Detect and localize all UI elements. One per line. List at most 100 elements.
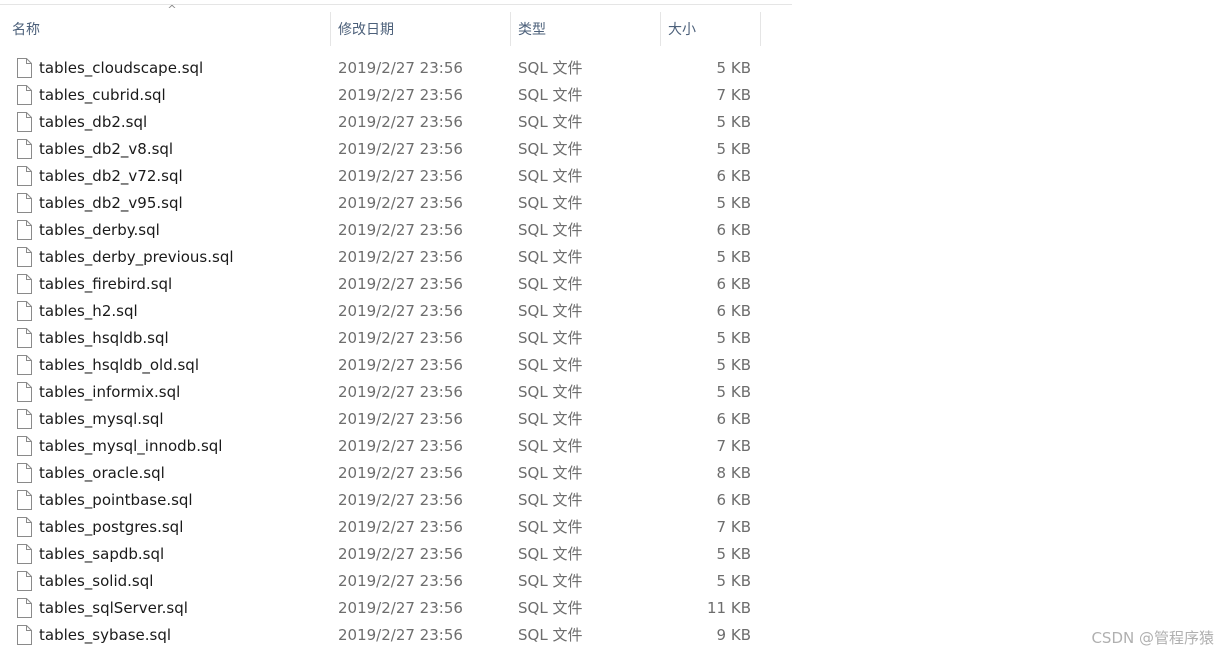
file-type: SQL 文件 <box>518 518 583 536</box>
file-name: tables_cubrid.sql <box>39 86 166 104</box>
file-type: SQL 文件 <box>518 221 583 239</box>
file-size: 7 KB <box>716 518 751 536</box>
file-row[interactable]: tables_cubrid.sql 2019/2/27 23:56 SQL 文件… <box>0 82 792 109</box>
file-type: SQL 文件 <box>518 356 583 374</box>
file-type: SQL 文件 <box>518 464 583 482</box>
file-size: 6 KB <box>716 221 751 239</box>
document-icon <box>16 544 32 564</box>
file-row[interactable]: tables_postgres.sql 2019/2/27 23:56 SQL … <box>0 514 792 541</box>
file-type: SQL 文件 <box>518 599 583 617</box>
file-type: SQL 文件 <box>518 167 583 185</box>
column-header-type[interactable]: 类型 <box>510 12 660 46</box>
file-size: 11 KB <box>707 599 751 617</box>
file-row[interactable]: tables_h2.sql 2019/2/27 23:56 SQL 文件 6 K… <box>0 298 792 325</box>
file-size: 5 KB <box>716 383 751 401</box>
file-size: 7 KB <box>716 86 751 104</box>
file-name: tables_db2_v72.sql <box>39 167 183 185</box>
file-type: SQL 文件 <box>518 302 583 320</box>
file-name: tables_db2_v8.sql <box>39 140 174 158</box>
file-modified-date: 2019/2/27 23:56 <box>338 329 463 347</box>
file-name: tables_solid.sql <box>39 572 154 590</box>
column-header-size[interactable]: 大小 <box>660 12 760 46</box>
file-name: tables_derby_previous.sql <box>39 248 234 266</box>
file-modified-date: 2019/2/27 23:56 <box>338 545 463 563</box>
file-name: tables_informix.sql <box>39 383 181 401</box>
file-row[interactable]: tables_db2.sql 2019/2/27 23:56 SQL 文件 5 … <box>0 109 792 136</box>
document-icon <box>16 166 32 186</box>
column-header-name[interactable]: 名称 ^ <box>4 4 330 46</box>
file-modified-date: 2019/2/27 23:56 <box>338 194 463 212</box>
file-modified-date: 2019/2/27 23:56 <box>338 275 463 293</box>
file-type: SQL 文件 <box>518 329 583 347</box>
file-modified-date: 2019/2/27 23:56 <box>338 437 463 455</box>
document-icon <box>16 382 32 402</box>
file-row[interactable]: tables_firebird.sql 2019/2/27 23:56 SQL … <box>0 271 792 298</box>
file-row[interactable]: tables_informix.sql 2019/2/27 23:56 SQL … <box>0 379 792 406</box>
file-row[interactable]: tables_mysql.sql 2019/2/27 23:56 SQL 文件 … <box>0 406 792 433</box>
file-row[interactable]: tables_db2_v95.sql 2019/2/27 23:56 SQL 文… <box>0 190 792 217</box>
column-separator[interactable] <box>760 12 761 46</box>
file-type: SQL 文件 <box>518 437 583 455</box>
file-size: 6 KB <box>716 491 751 509</box>
column-header-name-label: 名称 <box>12 22 40 38</box>
file-type: SQL 文件 <box>518 248 583 266</box>
document-icon <box>16 598 32 618</box>
file-type: SQL 文件 <box>518 113 583 131</box>
file-name: tables_pointbase.sql <box>39 491 193 509</box>
column-header-date[interactable]: 修改日期 <box>330 12 510 46</box>
file-row[interactable]: tables_derby_previous.sql 2019/2/27 23:5… <box>0 244 792 271</box>
file-size: 6 KB <box>716 275 751 293</box>
file-modified-date: 2019/2/27 23:56 <box>338 167 463 185</box>
document-icon <box>16 436 32 456</box>
file-size: 5 KB <box>716 545 751 563</box>
file-row[interactable]: tables_mysql_innodb.sql 2019/2/27 23:56 … <box>0 433 792 460</box>
file-name: tables_firebird.sql <box>39 275 173 293</box>
file-modified-date: 2019/2/27 23:56 <box>338 248 463 266</box>
document-icon <box>16 193 32 213</box>
document-icon <box>16 490 32 510</box>
document-icon <box>16 220 32 240</box>
file-type: SQL 文件 <box>518 491 583 509</box>
file-name: tables_hsqldb.sql <box>39 329 169 347</box>
file-row[interactable]: tables_db2_v72.sql 2019/2/27 23:56 SQL 文… <box>0 163 792 190</box>
file-explorer-list: 名称 ^ 修改日期 类型 大小 tables_cloudscape.sql 20… <box>0 0 1230 656</box>
file-modified-date: 2019/2/27 23:56 <box>338 518 463 536</box>
document-icon <box>16 247 32 267</box>
file-row[interactable]: tables_hsqldb.sql 2019/2/27 23:56 SQL 文件… <box>0 325 792 352</box>
file-row[interactable]: tables_sybase.sql 2019/2/27 23:56 SQL 文件… <box>0 622 792 649</box>
file-modified-date: 2019/2/27 23:56 <box>338 572 463 590</box>
file-name: tables_h2.sql <box>39 302 138 320</box>
file-name: tables_db2_v95.sql <box>39 194 183 212</box>
document-icon <box>16 517 32 537</box>
file-row[interactable]: tables_pointbase.sql 2019/2/27 23:56 SQL… <box>0 487 792 514</box>
file-row[interactable]: tables_db2_v8.sql 2019/2/27 23:56 SQL 文件… <box>0 136 792 163</box>
file-modified-date: 2019/2/27 23:56 <box>338 140 463 158</box>
file-modified-date: 2019/2/27 23:56 <box>338 464 463 482</box>
file-size: 5 KB <box>716 248 751 266</box>
file-name: tables_hsqldb_old.sql <box>39 356 199 374</box>
file-row[interactable]: tables_hsqldb_old.sql 2019/2/27 23:56 SQ… <box>0 352 792 379</box>
document-icon <box>16 355 32 375</box>
document-icon <box>16 139 32 159</box>
file-name: tables_sybase.sql <box>39 626 172 644</box>
column-header-type-label: 类型 <box>518 22 546 38</box>
file-size: 5 KB <box>716 113 751 131</box>
file-row[interactable]: tables_oracle.sql 2019/2/27 23:56 SQL 文件… <box>0 460 792 487</box>
file-row[interactable]: tables_sqlServer.sql 2019/2/27 23:56 SQL… <box>0 595 792 622</box>
file-name: tables_cloudscape.sql <box>39 59 204 77</box>
top-divider <box>0 4 792 5</box>
file-row[interactable]: tables_derby.sql 2019/2/27 23:56 SQL 文件 … <box>0 217 792 244</box>
file-size: 6 KB <box>716 302 751 320</box>
file-row[interactable]: tables_sapdb.sql 2019/2/27 23:56 SQL 文件 … <box>0 541 792 568</box>
document-icon <box>16 328 32 348</box>
file-modified-date: 2019/2/27 23:56 <box>338 356 463 374</box>
file-row[interactable]: tables_cloudscape.sql 2019/2/27 23:56 SQ… <box>0 55 792 82</box>
document-icon <box>16 58 32 78</box>
file-type: SQL 文件 <box>518 59 583 77</box>
file-size: 5 KB <box>716 329 751 347</box>
file-modified-date: 2019/2/27 23:56 <box>338 59 463 77</box>
watermark: CSDN @管程序猿 <box>1091 629 1214 647</box>
file-type: SQL 文件 <box>518 275 583 293</box>
file-type: SQL 文件 <box>518 626 583 644</box>
file-row[interactable]: tables_solid.sql 2019/2/27 23:56 SQL 文件 … <box>0 568 792 595</box>
